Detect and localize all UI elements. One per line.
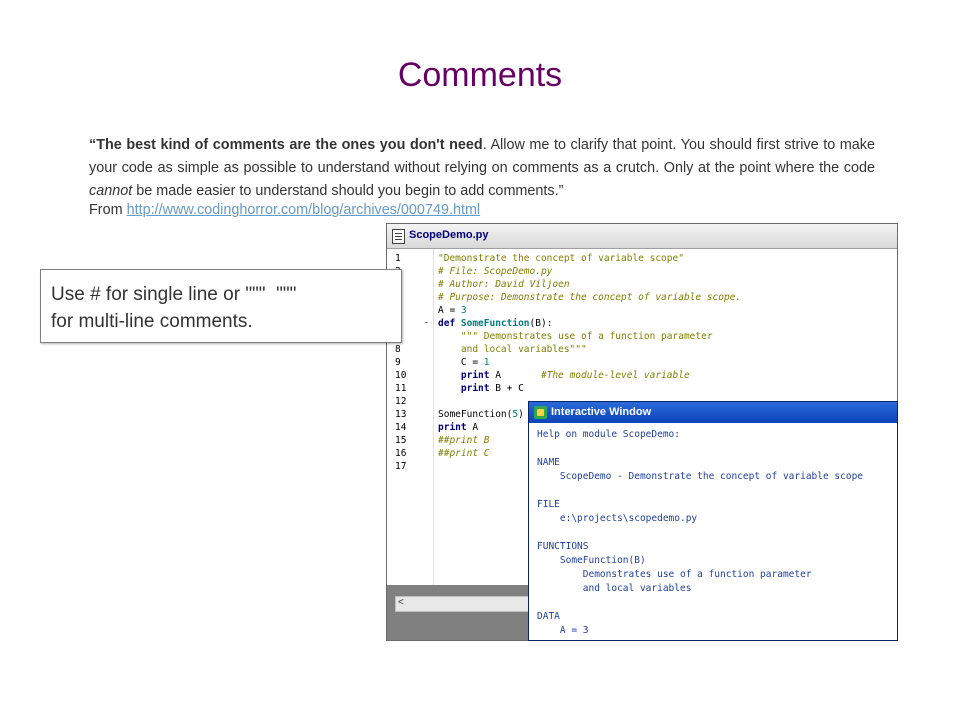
code-token: SomeFunction(5): [438, 409, 524, 420]
comment-token: ##print B: [438, 435, 490, 446]
quote-italic: cannot: [89, 183, 133, 199]
line-number: 15: [395, 435, 407, 446]
output-line: NAME: [537, 457, 560, 468]
line-number: 17: [395, 461, 407, 472]
quote-bold: “The best kind of comments are the ones …: [89, 137, 483, 153]
comment-token: # File: ScopeDemo.py: [438, 266, 553, 277]
code-line[interactable]: C = 1: [438, 356, 741, 369]
comment-token: #The module-level variable: [540, 370, 690, 381]
keyword-token: print: [438, 422, 467, 433]
comment-token: ##print C: [438, 448, 490, 459]
editor-titlebar[interactable]: ScopeDemo.py: [387, 224, 897, 249]
code-line[interactable]: print A #The module-level variable: [438, 369, 741, 382]
output-line: DATA: [537, 611, 560, 622]
keyword-token: print: [438, 370, 490, 381]
code-line[interactable]: # Author: David Viljoen: [438, 278, 741, 291]
interactive-window[interactable]: Interactive Window Help on module ScopeD…: [528, 401, 898, 641]
output-line: Demonstrates use of a function parameter: [537, 569, 812, 580]
code-token: A = 3: [438, 305, 467, 316]
code-token: A: [489, 370, 541, 381]
interactive-titlebar[interactable]: Interactive Window: [529, 402, 897, 423]
source-link[interactable]: http://www.codinghorror.com/blog/archive…: [127, 202, 481, 218]
line-number: 11: [395, 383, 407, 394]
line-number: 16: [395, 448, 407, 459]
interactive-title: Interactive Window: [551, 406, 652, 418]
line-number: 14: [395, 422, 407, 433]
line-number: 10: [395, 370, 407, 381]
code-line[interactable]: and local variables""": [438, 343, 741, 356]
output-line: FILE: [537, 499, 560, 510]
code-token: B + C: [489, 383, 524, 394]
string-token: "Demonstrate the concept of variable sco…: [438, 253, 684, 264]
output-line: A = 3: [537, 625, 589, 636]
string-token: and local variables""": [438, 344, 587, 355]
string-token: """ Demonstrates use of a function param…: [438, 331, 713, 342]
code-line[interactable]: def SomeFunction(B):: [438, 317, 741, 330]
code-line[interactable]: # File: ScopeDemo.py: [438, 265, 741, 278]
code-line[interactable]: "Demonstrate the concept of variable sco…: [438, 252, 741, 265]
output-line: FUNCTIONS: [537, 541, 589, 552]
scroll-left-arrow-icon[interactable]: <: [398, 597, 404, 608]
code-token: C = 1: [438, 357, 490, 368]
interactive-output[interactable]: Help on module ScopeDemo: NAME ScopeDemo …: [537, 428, 863, 638]
comment-token: # Author: David Viljoen: [438, 279, 570, 290]
python-window-icon: [534, 406, 547, 419]
horizontal-scrollbar[interactable]: <: [395, 596, 537, 612]
function-name-token: SomeFunction: [460, 318, 530, 329]
code-line[interactable]: print B + C: [438, 382, 741, 395]
fold-margin: -: [423, 249, 434, 585]
line-number: 1: [395, 253, 401, 264]
output-line: e:\projects\scopedemo.py: [537, 513, 698, 524]
code-line[interactable]: A = 3: [438, 304, 741, 317]
line-number: 8: [395, 344, 401, 355]
line-number: 13: [395, 409, 407, 420]
source-line: From http://www.codinghorror.com/blog/ar…: [89, 202, 480, 218]
output-line: Help on module ScopeDemo:: [537, 429, 680, 440]
quote-paragraph: “The best kind of comments are the ones …: [89, 134, 875, 203]
callout-text: Use # for single line or """ """ for mul…: [51, 284, 297, 332]
quote-end: be made easier to understand should you …: [132, 183, 564, 199]
comment-token: # Purpose: Demonstrate the concept of va…: [438, 292, 742, 303]
code-line[interactable]: """ Demonstrates use of a function param…: [438, 330, 741, 343]
keyword-token: def: [438, 318, 461, 329]
slide-title: Comments: [397, 56, 563, 94]
output-line: ScopeDemo - Demonstrate the concept of v…: [537, 471, 864, 482]
callout-box: Use # for single line or """ """ for mul…: [40, 269, 402, 343]
line-number: 12: [395, 396, 407, 407]
editor-title: ScopeDemo.py: [409, 229, 489, 241]
output-line: and local variables: [537, 583, 692, 594]
code-token: (B):: [529, 318, 553, 329]
source-prefix: From: [89, 202, 127, 218]
fold-marker-icon[interactable]: -: [425, 317, 428, 327]
code-line[interactable]: # Purpose: Demonstrate the concept of va…: [438, 291, 741, 304]
keyword-token: print: [438, 383, 490, 394]
line-number: 9: [395, 357, 401, 368]
code-token: A: [466, 422, 479, 433]
output-line: SomeFunction(B): [537, 555, 646, 566]
document-icon: [392, 229, 405, 244]
